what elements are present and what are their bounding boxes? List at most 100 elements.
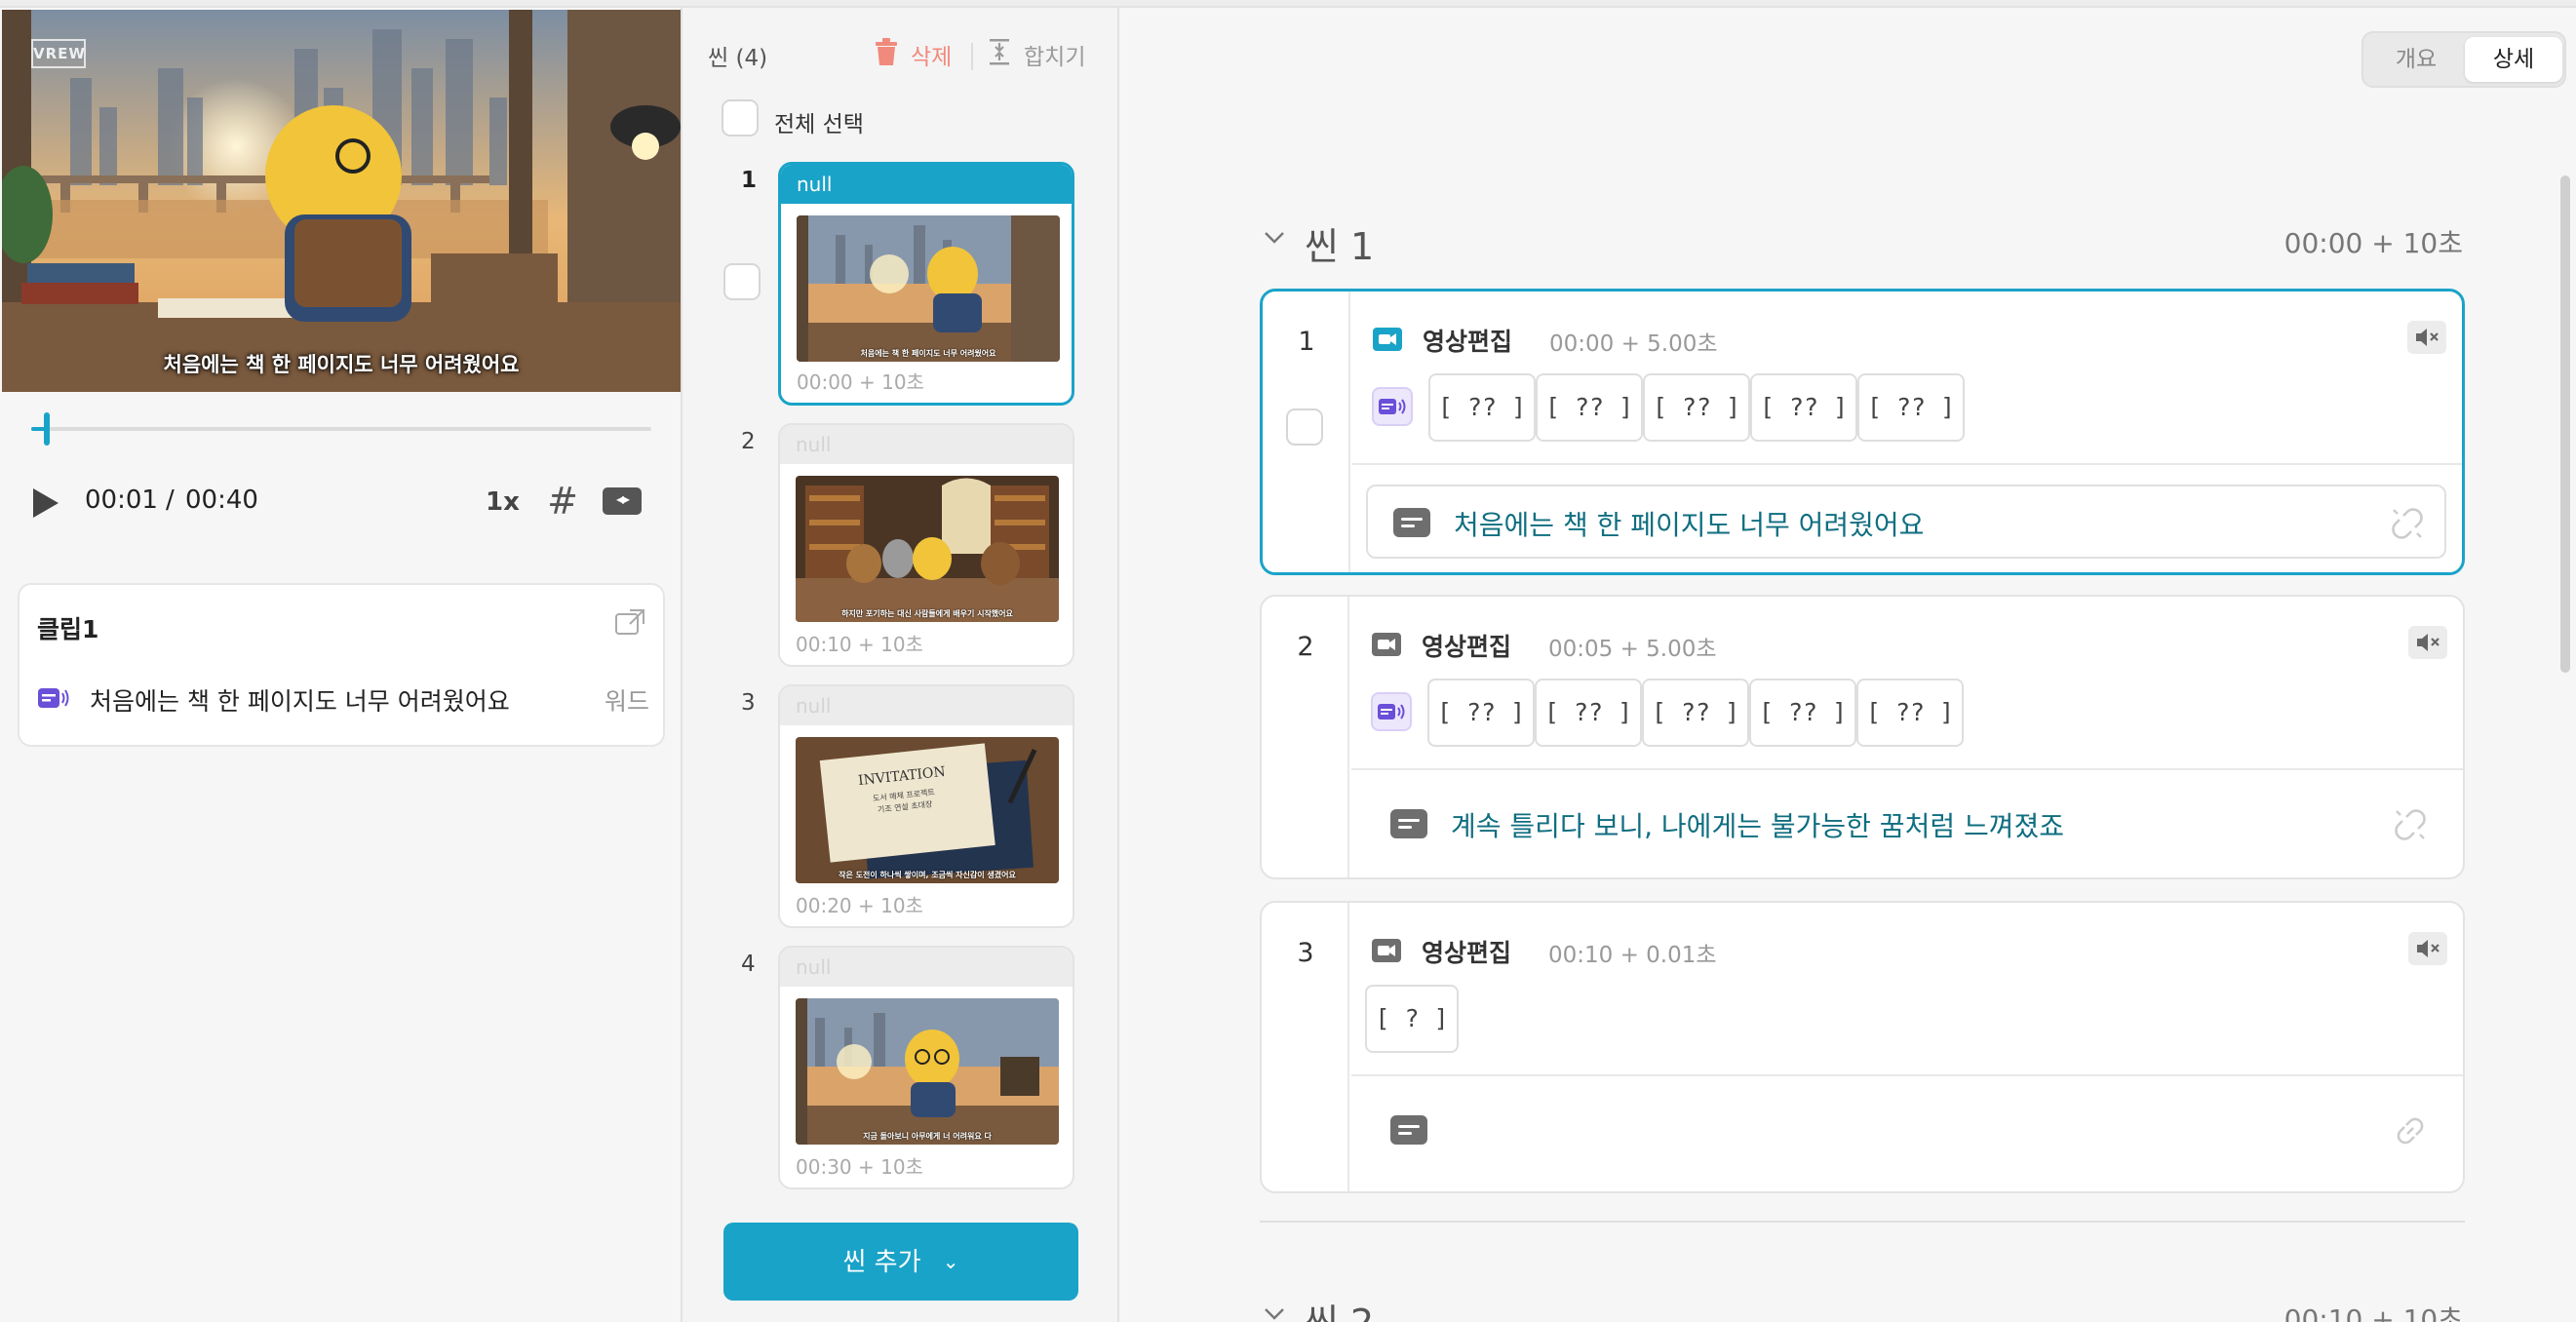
chevron-down-icon[interactable]: [1262, 1301, 1287, 1322]
clip-title: 클립1: [37, 615, 99, 643]
word-token[interactable]: [ ?? ]: [1536, 373, 1643, 442]
play-icon[interactable]: [29, 487, 59, 518]
voice-icon[interactable]: [1372, 387, 1413, 426]
subtitle-text[interactable]: 처음에는 책 한 페이지도 너무 어려웠어요: [1454, 504, 1924, 543]
scene-card-header: null: [780, 686, 1073, 725]
view-option-detail[interactable]: 상세: [2465, 37, 2562, 82]
scene-thumbnail-caption: 작은 도전이 하나씩 쌓이며, 조금씩 자신감이 생겼어요: [839, 871, 1016, 879]
word-token[interactable]: [ ?? ]: [1857, 373, 1965, 442]
trash-icon: [876, 38, 897, 65]
word-token[interactable]: [ ?? ]: [1643, 373, 1750, 442]
word-token[interactable]: [ ?? ]: [1535, 679, 1642, 747]
view-option-overview[interactable]: 개요: [2367, 37, 2465, 82]
subtitle-icon: [1393, 508, 1430, 537]
clip-text: 처음에는 책 한 페이지도 너무 어려웠어요: [90, 687, 510, 716]
subtitle-icon: [1390, 1115, 1427, 1145]
scene-title: 씬 2: [1305, 1293, 1374, 1322]
voice-icon: [38, 688, 69, 708]
add-scene-button[interactable]: 씬 추가 ⌄: [723, 1223, 1078, 1301]
aspect-ratio-icon[interactable]: [603, 487, 642, 515]
clip-timestamp: 00:05 + 5.00초: [1548, 637, 1717, 662]
chevron-down-icon[interactable]: [1262, 224, 1287, 250]
clip-checkbox[interactable]: [1286, 408, 1323, 446]
script-clip[interactable]: 2 영상편집 00:05 + 5.00초 [??] [??] [?? …: [1260, 595, 2465, 879]
scene-thumbnail: 처음에는 책 한 페이지도 너무 어려웠어요: [797, 215, 1060, 362]
preview-subtitle: 처음에는 책 한 페이지도 너무 어려웠어요: [163, 353, 520, 376]
scene-thumbnail-caption: 하지만 포기하는 대신 사람들에게 배우기 시작했어요: [841, 609, 1013, 618]
word-token[interactable]: [ ?? ]: [1428, 373, 1536, 442]
clip-card: 클립1 처음에는 책 한 페이지도 너무 어려웠어요 워드: [18, 583, 665, 747]
clip-number: 2: [1297, 632, 1314, 662]
scene-duration: 00:10 + 10초: [2283, 1303, 2463, 1322]
scene-card[interactable]: null 지금 돌아보니 아무에게 너 어려워요 다 00:30 + 10초: [778, 946, 1074, 1189]
scene-card-header: null: [780, 948, 1073, 987]
scene-thumb-item[interactable]: 4 null 지금 돌아보니 아무에게 너 어려워요 다 00:30 + 10초: [683, 946, 1119, 1193]
clip-line[interactable]: 처음에는 책 한 페이지도 너무 어려웠어요 워드: [37, 680, 649, 716]
preview-image: [2, 10, 681, 392]
clip-number: 3: [1297, 938, 1314, 968]
script-clip[interactable]: 1 영상편집 00:00 + 5.00초 [??] [??] [?? …: [1260, 289, 2465, 575]
scene-checkbox[interactable]: [723, 263, 761, 300]
scene-header[interactable]: 씬 1 00:00 + 10초: [1262, 213, 2463, 271]
scene-thumb-item[interactable]: 3 null INVITATION 도서 매체 프로젝트 기조 연설 초대장 작…: [683, 684, 1119, 932]
word-token[interactable]: [ ?? ]: [1427, 679, 1535, 747]
scene-count: 씬 (4): [708, 46, 768, 71]
word-label[interactable]: 워드: [605, 682, 649, 718]
subtitle-row[interactable]: [1365, 1094, 2447, 1168]
timeline-scrubber[interactable]: [31, 412, 651, 446]
video-camera-icon: [1373, 328, 1402, 351]
word-token[interactable]: [ ? ]: [1365, 985, 1459, 1053]
unlink-icon[interactable]: [2393, 807, 2428, 842]
link-icon[interactable]: [2393, 1113, 2428, 1148]
merge-icon: [990, 39, 1009, 65]
script-panel: 개요 상세 씬 1 00:00 + 10초 1 영상편집 00:00 + 5.0…: [1119, 8, 2576, 1322]
scene-list-panel: 씬 (4) 삭제 합치기 전체 선택 1 null 처음에는 책 한 페이지도 …: [683, 8, 1119, 1322]
word-token[interactable]: [ ?? ]: [1856, 679, 1964, 747]
scene-card[interactable]: null 처음에는 책 한 페이지도 너무 어려웠어요 00:00 + 10초: [778, 162, 1074, 406]
subtitle-row[interactable]: 처음에는 책 한 페이지도 너무 어려웠어요: [1366, 485, 2446, 559]
scene-thumb-item[interactable]: 1 null 처음에는 책 한 페이지도 너무 어려웠어요 00:00 + 10…: [683, 162, 1119, 409]
mute-icon[interactable]: [2408, 932, 2447, 965]
unlink-icon[interactable]: [2390, 506, 2425, 541]
scene-thumbnail: INVITATION 도서 매체 프로젝트 기조 연설 초대장 작은 도전이 하…: [796, 737, 1059, 883]
voice-icon[interactable]: [1371, 692, 1412, 731]
player-controls: 00:01 / 00:40 1x #: [29, 480, 653, 525]
scene-thumbnail-caption: 처음에는 책 한 페이지도 너무 어려웠어요: [860, 349, 996, 358]
vertical-scrollbar[interactable]: [2560, 175, 2570, 673]
scene-card[interactable]: null 하지만 포기하는 대신 사람들에게 배우기 시작했어요 00:10 +…: [778, 423, 1074, 667]
scene-card[interactable]: null INVITATION 도서 매체 프로젝트 기조 연설 초대장 작은 …: [778, 684, 1074, 928]
scene-card-header: null: [781, 165, 1072, 204]
chevron-down-icon: ⌄: [942, 1250, 959, 1273]
clip-timestamp: 00:10 + 0.01초: [1548, 943, 1717, 968]
word-token[interactable]: [ ?? ]: [1642, 679, 1749, 747]
scene-card-header: null: [780, 425, 1073, 464]
subtitle-text[interactable]: 계속 틀리다 보니, 나에게는 불가능한 꿈처럼 느껴졌죠: [1451, 805, 2064, 844]
vrew-logo: VREW: [31, 39, 86, 68]
select-all-checkbox[interactable]: [722, 99, 759, 136]
select-all-label: 전체 선택: [774, 112, 864, 137]
playback-speed-button[interactable]: 1x: [486, 487, 520, 517]
word-token[interactable]: [ ?? ]: [1749, 679, 1856, 747]
script-clip[interactable]: 3 영상편집 00:10 + 0.01초 [ ? ]: [1260, 901, 2465, 1193]
clip-kind: 영상편집: [1423, 328, 1513, 356]
mute-icon[interactable]: [2408, 626, 2447, 659]
toolbar-divider: [971, 43, 973, 70]
open-external-icon[interactable]: [614, 608, 645, 636]
video-camera-icon: [1372, 939, 1401, 962]
view-mode-toggle: 개요 상세: [2361, 31, 2566, 88]
subtitle-row[interactable]: 계속 틀리다 보니, 나에게는 불가능한 꿈처럼 느껴졌죠: [1365, 788, 2447, 862]
scene-number: 3: [741, 690, 756, 716]
clip-divider: [1351, 768, 2463, 770]
scene-number: 1: [741, 168, 758, 193]
mute-icon[interactable]: [2407, 321, 2446, 354]
grid-icon[interactable]: #: [543, 482, 582, 521]
clip-divider: [1352, 463, 2462, 465]
video-preview[interactable]: VREW 처음에는 책 한 페이지도 너무 어려웠어요: [2, 10, 681, 392]
timeline-handle[interactable]: [43, 412, 50, 446]
subtitle-icon: [1390, 809, 1427, 838]
scene-thumb-item[interactable]: 2 null 하지만 포기하는 대신 사람들에게 배우기 시작했어요 00:10…: [683, 423, 1119, 671]
window-top-edge: [0, 0, 2576, 8]
scene-time: 00:30 + 10초: [796, 1155, 923, 1179]
scene-header[interactable]: 씬 2 00:10 + 10초: [1262, 1289, 2463, 1322]
word-token[interactable]: [ ?? ]: [1750, 373, 1857, 442]
